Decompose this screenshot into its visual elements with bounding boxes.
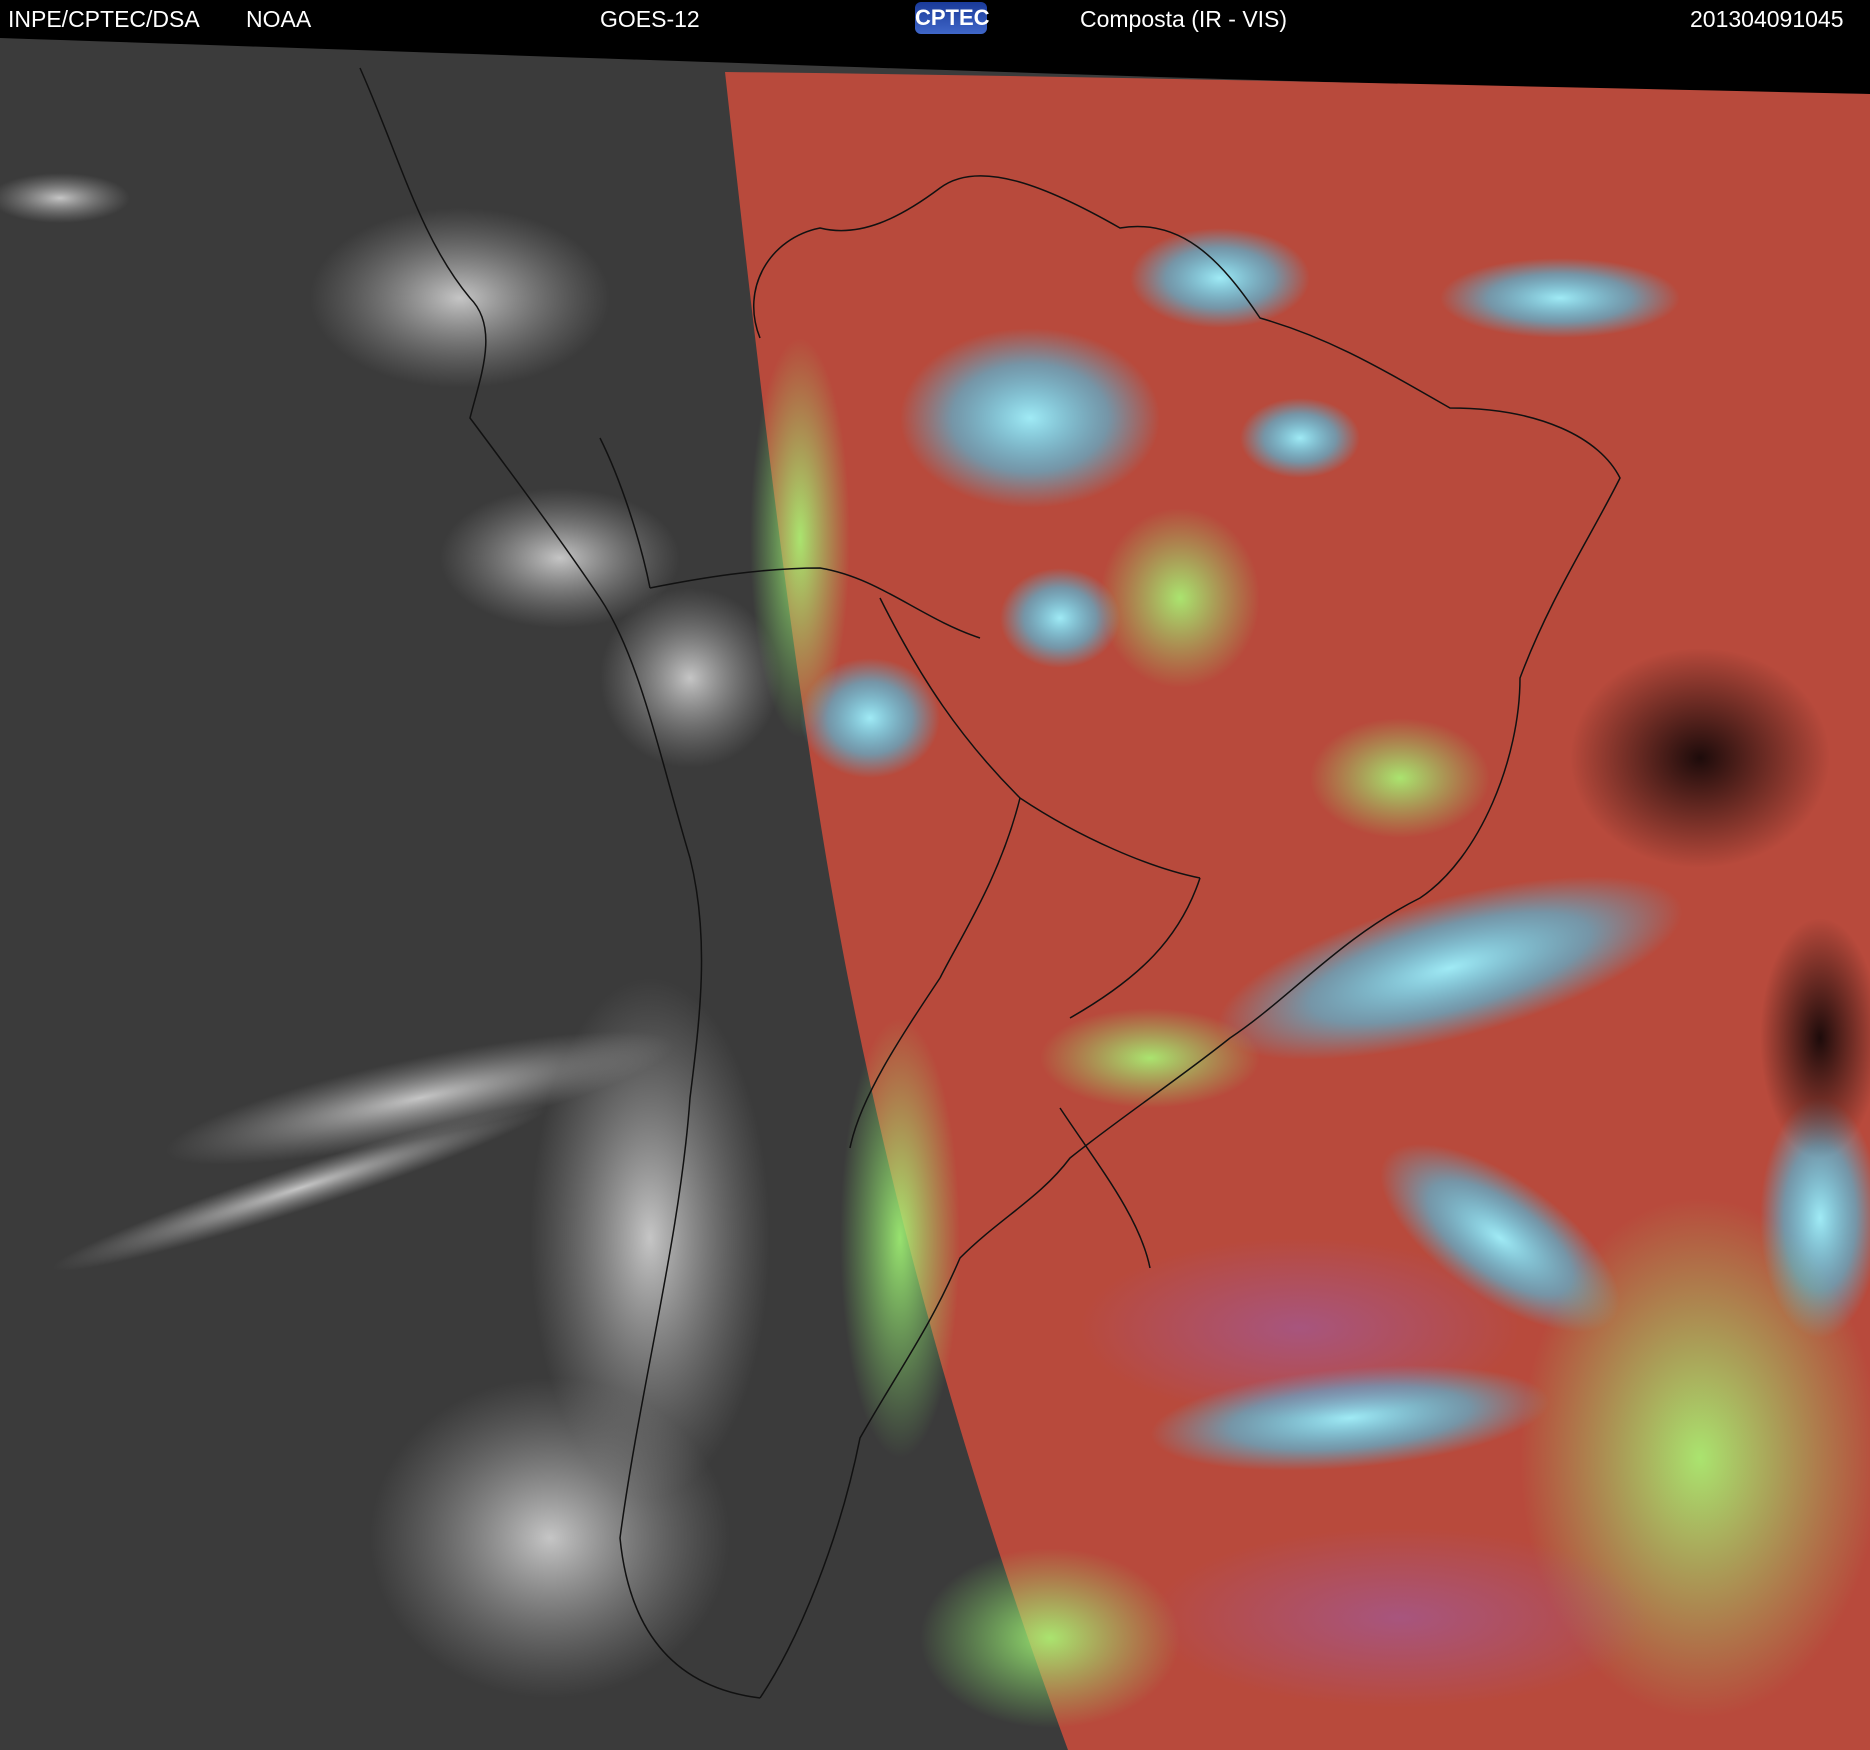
timestamp-label: 201304091045 — [1690, 6, 1844, 32]
product-label: Composta (IR - VIS) — [1080, 6, 1288, 32]
source-label: NOAA — [246, 6, 312, 32]
title-bar: INPE/CPTEC/DSA NOAA GOES-12 CPTEC Compos… — [0, 0, 1870, 38]
agency-label: INPE/CPTEC/DSA — [8, 6, 200, 32]
cptec-logo: CPTEC — [915, 2, 990, 34]
satellite-image — [0, 38, 1870, 1750]
satellite-label: GOES-12 — [600, 6, 700, 32]
